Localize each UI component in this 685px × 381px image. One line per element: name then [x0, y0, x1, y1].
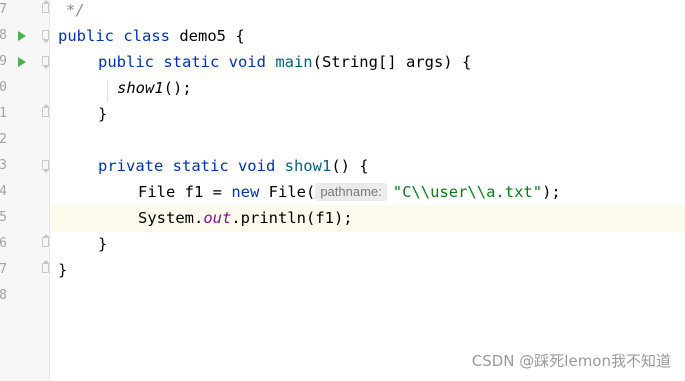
- line-number: 5: [0, 210, 7, 225]
- code-token: */: [66, 1, 85, 19]
- watermark: CSDN @踩死lemon我不知道: [471, 352, 671, 370]
- gutter-row: 2: [0, 127, 50, 153]
- code-token: main: [275, 53, 313, 71]
- code-line[interactable]: File f1 = new File(pathname: "C\\user\\a.…: [138, 179, 561, 205]
- code-token: (String[] args) {: [312, 53, 472, 71]
- fold-end-icon[interactable]: [42, 0, 50, 13]
- gutter-row: 3: [0, 153, 50, 179]
- fold-end-icon[interactable]: [42, 260, 50, 273]
- code-token: }: [98, 235, 108, 253]
- line-number: 6: [0, 236, 7, 251]
- gutter-row: 7: [0, 0, 50, 23]
- code-token: .println(f1);: [231, 209, 353, 227]
- gutter-row: 6: [0, 231, 50, 257]
- line-number: 1: [0, 106, 7, 121]
- code-token: private static void: [98, 157, 285, 175]
- gutter-row: 9: [0, 49, 50, 75]
- gutter-row: 4: [0, 179, 50, 205]
- line-number: 9: [0, 54, 7, 69]
- code-token: "C\\user\\a.txt": [392, 183, 543, 201]
- code-token: System.: [138, 209, 204, 227]
- code-token: public static void: [98, 53, 276, 71]
- code-token: show1: [117, 79, 164, 97]
- fold-start-icon[interactable]: [42, 56, 50, 69]
- gutter-row: 8: [0, 283, 50, 309]
- code-token: }: [58, 261, 68, 279]
- line-number: 0: [0, 80, 7, 95]
- run-class-icon[interactable]: [18, 31, 26, 41]
- code-token: demo5 {: [179, 27, 245, 45]
- code-line[interactable]: */: [66, 0, 85, 23]
- code-token: );: [542, 183, 561, 201]
- code-token: () {: [331, 157, 369, 175]
- line-number: 7: [0, 262, 7, 277]
- code-token: new: [231, 183, 269, 201]
- code-line[interactable]: public class demo5 {: [58, 23, 245, 49]
- fold-start-icon[interactable]: [42, 30, 50, 43]
- code-token: ();: [163, 79, 192, 97]
- gutter-row: 7: [0, 257, 50, 283]
- parameter-hint: pathname:: [315, 183, 387, 201]
- gutter-row: 1: [0, 101, 50, 127]
- gutter-row: 0: [0, 75, 50, 101]
- fold-end-icon[interactable]: [42, 104, 50, 117]
- editor-gutter: 7 8 9 0 1 2 3 4 5 6 7 8: [0, 0, 50, 381]
- gutter-row: 5: [0, 205, 50, 231]
- run-method-icon[interactable]: [18, 57, 26, 67]
- code-line[interactable]: System.out.println(f1);: [138, 205, 353, 231]
- code-token: show1: [284, 157, 332, 175]
- code-line[interactable]: show1();: [117, 75, 192, 101]
- line-number: 2: [0, 132, 7, 147]
- code-line[interactable]: }: [98, 101, 107, 127]
- code-token: File(: [268, 183, 316, 201]
- fold-end-icon[interactable]: [42, 234, 50, 247]
- code-line[interactable]: }: [58, 257, 67, 283]
- code-line[interactable]: public static void main(String[] args) {: [98, 49, 471, 75]
- code-editor[interactable]: */ public class demo5 { public static vo…: [50, 0, 685, 381]
- code-line[interactable]: private static void show1() {: [98, 153, 369, 179]
- line-number: 8: [0, 288, 7, 303]
- code-line[interactable]: }: [98, 231, 107, 257]
- line-number: 8: [0, 28, 7, 43]
- line-number: 7: [0, 2, 7, 17]
- fold-start-icon[interactable]: [42, 160, 50, 173]
- gutter-row: 8: [0, 23, 50, 49]
- line-number: 4: [0, 184, 7, 199]
- code-token: out: [203, 209, 232, 227]
- code-token: File f1 =: [138, 183, 232, 201]
- code-token: }: [98, 105, 108, 123]
- indent-guide: [107, 80, 108, 102]
- line-number: 3: [0, 158, 7, 173]
- code-token: public class: [58, 27, 180, 45]
